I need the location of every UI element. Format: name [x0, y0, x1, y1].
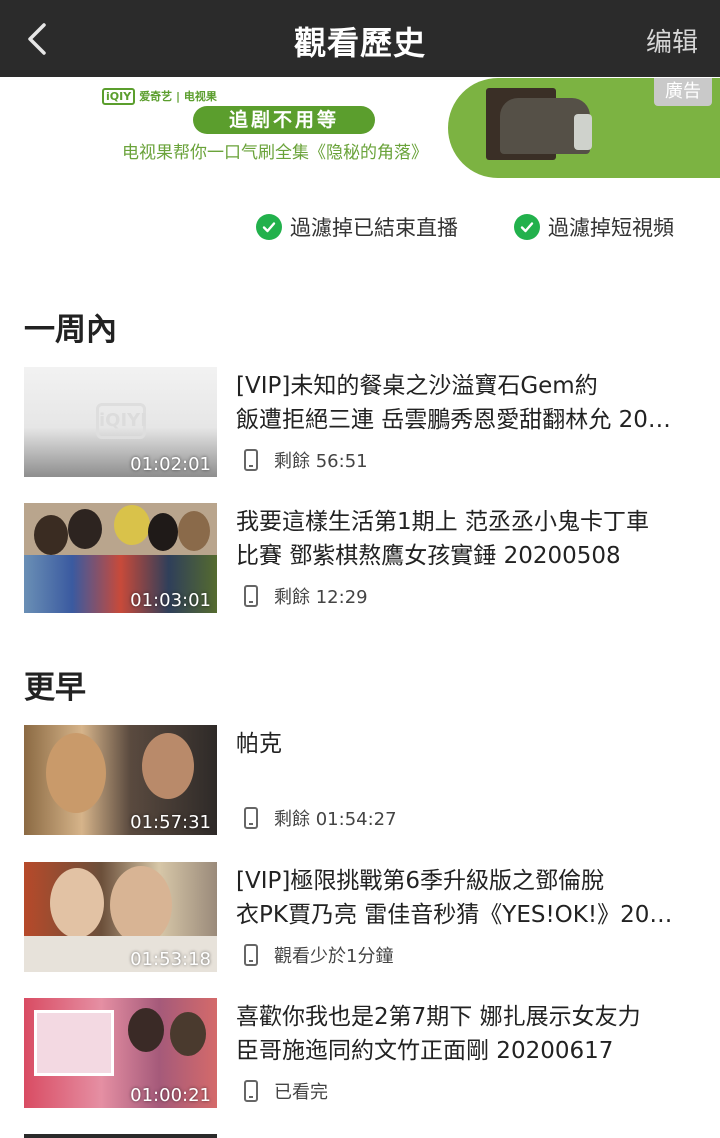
video-title-line: 帕克 — [236, 731, 282, 757]
video-thumbnail[interactable]: 01:00:21 — [24, 998, 217, 1108]
thumb-figure — [110, 866, 172, 944]
ad-banner[interactable]: iQIY 爱奇艺 | 电视果 追剧不用等 电视果帮你一口气刷全集《隐秘的角落》 廣… — [68, 78, 720, 178]
thumb-figure — [50, 868, 104, 938]
phone-icon — [244, 807, 258, 829]
thumb-figure — [142, 733, 194, 799]
watch-status: 剩餘 12:29 — [244, 583, 368, 609]
watch-status: 剩餘 56:51 — [244, 447, 368, 473]
check-circle-icon — [514, 214, 540, 240]
ad-slogan: 电视果帮你一口气刷全集《隐秘的角落》 — [122, 143, 428, 163]
thumb-figure — [128, 1008, 164, 1052]
watch-status-text: 已看完 — [274, 1082, 328, 1103]
history-item[interactable]: 01:53:18 [VIP]極限挑戰第6季升級版之鄧倫脫 衣PK賈乃亮 雷佳音秒… — [24, 862, 720, 972]
video-title-line: [VIP]未知的餐桌之沙溢寶石Gem約 — [236, 373, 598, 399]
iqiyi-logo-icon: iQIY — [102, 88, 136, 105]
video-title: [VIP]未知的餐桌之沙溢寶石Gem約 飯遭拒絕三連 岳雲鵬秀恩愛甜翻林允 20… — [236, 369, 714, 437]
watch-status: 剩餘 01:54:27 — [244, 805, 397, 831]
top-bar: 觀看歷史 编辑 — [0, 0, 720, 77]
watch-status: 已看完 — [244, 1078, 328, 1104]
page-title: 觀看歷史 — [293, 24, 426, 62]
check-circle-icon — [256, 214, 282, 240]
video-title-line: 衣PK賈乃亮 雷佳音秒猜《YES!OK!》20… — [236, 902, 673, 928]
tv-dongle-icon — [574, 114, 592, 150]
video-title-line: 我要這樣生活第1期上 范丞丞小鬼卡丁車 — [236, 509, 649, 535]
watch-status-text: 剩餘 01:54:27 — [274, 809, 397, 830]
ad-brand-text: 爱奇艺 | 电视果 — [139, 90, 217, 103]
history-item[interactable]: iQIYI 01:02:01 [VIP]未知的餐桌之沙溢寶石Gem約 飯遭拒絕三… — [24, 367, 720, 477]
thumb-figure — [34, 515, 68, 555]
video-title-line: 飯遭拒絕三連 岳雲鵬秀恩愛甜翻林允 20… — [236, 407, 671, 433]
video-title-line: [VIP]極限挑戰第6季升級版之鄧倫脫 — [236, 868, 604, 894]
video-title-line: 臣哥施迤同約文竹正面剛 20200617 — [236, 1038, 614, 1064]
watch-status: 觀看少於1分鐘 — [244, 942, 393, 968]
thumb-figure — [114, 505, 150, 545]
thumb-figure — [148, 513, 178, 551]
filter-label: 過濾掉短視頻 — [548, 216, 674, 240]
video-thumbnail[interactable]: 01:53:18 — [24, 862, 217, 972]
video-title: 喜歡你我也是2第7期下 娜扎展示女友力 臣哥施迤同約文竹正面剛 20200617 — [236, 1000, 714, 1068]
video-title-line: 喜歡你我也是2第7期下 娜扎展示女友力 — [236, 1004, 641, 1030]
phone-icon — [244, 1080, 258, 1102]
video-duration: 01:53:18 — [130, 949, 211, 970]
video-thumbnail[interactable]: 01:57:31 — [24, 725, 217, 835]
video-duration: 01:57:31 — [130, 812, 211, 833]
history-item[interactable]: 01:00:21 喜歡你我也是2第7期下 娜扎展示女友力 臣哥施迤同約文竹正面剛… — [24, 998, 720, 1108]
section-title-week: 一周內 — [24, 312, 117, 348]
filter-short-video[interactable]: 過濾掉短視頻 — [514, 211, 674, 243]
video-duration: 01:00:21 — [130, 1085, 211, 1106]
video-duration: 01:02:01 — [130, 454, 211, 475]
edit-button[interactable]: 编辑 — [646, 22, 698, 59]
thumb-figure — [178, 511, 210, 551]
iqiyi-watermark-icon: iQIYI — [96, 403, 147, 439]
phone-icon — [244, 585, 258, 607]
video-title: [VIP]極限挑戰第6季升級版之鄧倫脫 衣PK賈乃亮 雷佳音秒猜《YES!OK!… — [236, 864, 714, 932]
phone-icon — [244, 449, 258, 471]
ad-brand: iQIY 爱奇艺 | 电视果 — [102, 88, 217, 105]
video-title: 我要這樣生活第1期上 范丞丞小鬼卡丁車 比賽 鄧紫棋熬鷹女孩實錘 2020050… — [236, 505, 714, 573]
ad-headline: 追剧不用等 — [193, 106, 375, 134]
history-item[interactable]: 01:03:01 我要這樣生活第1期上 范丞丞小鬼卡丁車 比賽 鄧紫棋熬鷹女孩實… — [24, 503, 720, 613]
watch-status-text: 觀看少於1分鐘 — [274, 946, 394, 967]
watch-status-text: 剩餘 12:29 — [274, 587, 368, 608]
filter-ended-live[interactable]: 過濾掉已結束直播 — [256, 211, 458, 243]
filter-bar: 過濾掉已結束直播 過濾掉短視頻 — [0, 211, 720, 243]
ad-badge: 廣告 — [654, 78, 712, 106]
thumb-figure — [68, 509, 102, 549]
thumb-figure — [170, 1012, 206, 1056]
video-title: 帕克 — [236, 727, 714, 761]
thumb-frame — [34, 1010, 114, 1076]
filter-label: 過濾掉已結束直播 — [290, 216, 458, 240]
history-item[interactable]: 01:57:31 帕克 剩餘 01:54:27 — [24, 725, 720, 835]
section-title-earlier: 更早 — [24, 670, 86, 706]
video-thumbnail[interactable]: 01:03:01 — [24, 503, 217, 613]
video-thumbnail-partial[interactable] — [24, 1134, 217, 1138]
phone-icon — [244, 944, 258, 966]
thumb-figure — [46, 733, 106, 813]
video-duration: 01:03:01 — [130, 590, 211, 611]
video-thumbnail[interactable]: iQIYI 01:02:01 — [24, 367, 217, 477]
video-title-line: 比賽 鄧紫棋熬鷹女孩實錘 20200508 — [236, 543, 621, 569]
watch-status-text: 剩餘 56:51 — [274, 451, 368, 472]
